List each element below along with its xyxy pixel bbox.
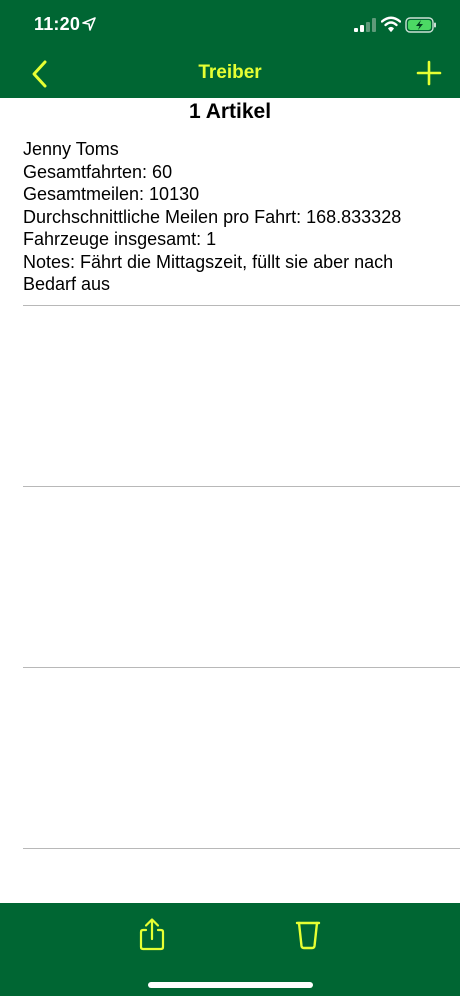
navigation-bar: chevron-left-icon Treiber plus-icon (0, 50, 460, 98)
battery-charging-icon (405, 17, 436, 33)
empty-list-row (23, 668, 460, 848)
empty-list-row (23, 306, 460, 486)
status-bar: 11:20 (0, 0, 460, 50)
top-bar: 11:20 chevron-left-icon Treiber (0, 0, 460, 98)
location-arrow-icon (82, 17, 96, 31)
wifi-icon (381, 16, 401, 32)
driver-total-miles: Gesamtmeilen: 10130 (23, 184, 200, 204)
driver-list-item[interactable]: Jenny Toms Gesamtfahrten: 60 Gesamtmeile… (23, 138, 443, 296)
driver-total-vehicles: Fahrzeuge insgesamt: 1 (23, 229, 217, 249)
home-indicator (148, 982, 313, 988)
share-button[interactable]: share-icon (137, 917, 167, 951)
driver-notes: Notes: Fährt die Mittagszeit, füllt sie … (23, 251, 394, 295)
page-title: Treiber (198, 62, 262, 83)
driver-total-trips: Gesamtfahrten: 60 (23, 161, 173, 182)
empty-list-row (23, 487, 460, 667)
driver-name: Jenny Toms (23, 139, 119, 159)
trash-button[interactable]: trash-icon (293, 917, 323, 951)
driver-average-miles: Durchschnittliche Meilen pro Fahrt: 168.… (23, 206, 402, 227)
cellular-signal-icon (354, 18, 376, 32)
item-count-header: 1 Artikel (188, 100, 272, 123)
row-separator (23, 848, 460, 849)
status-time: 11:20 (34, 14, 81, 34)
bottom-toolbar: share-icon trash-icon (0, 903, 460, 996)
add-button[interactable]: plus-icon (414, 58, 444, 88)
